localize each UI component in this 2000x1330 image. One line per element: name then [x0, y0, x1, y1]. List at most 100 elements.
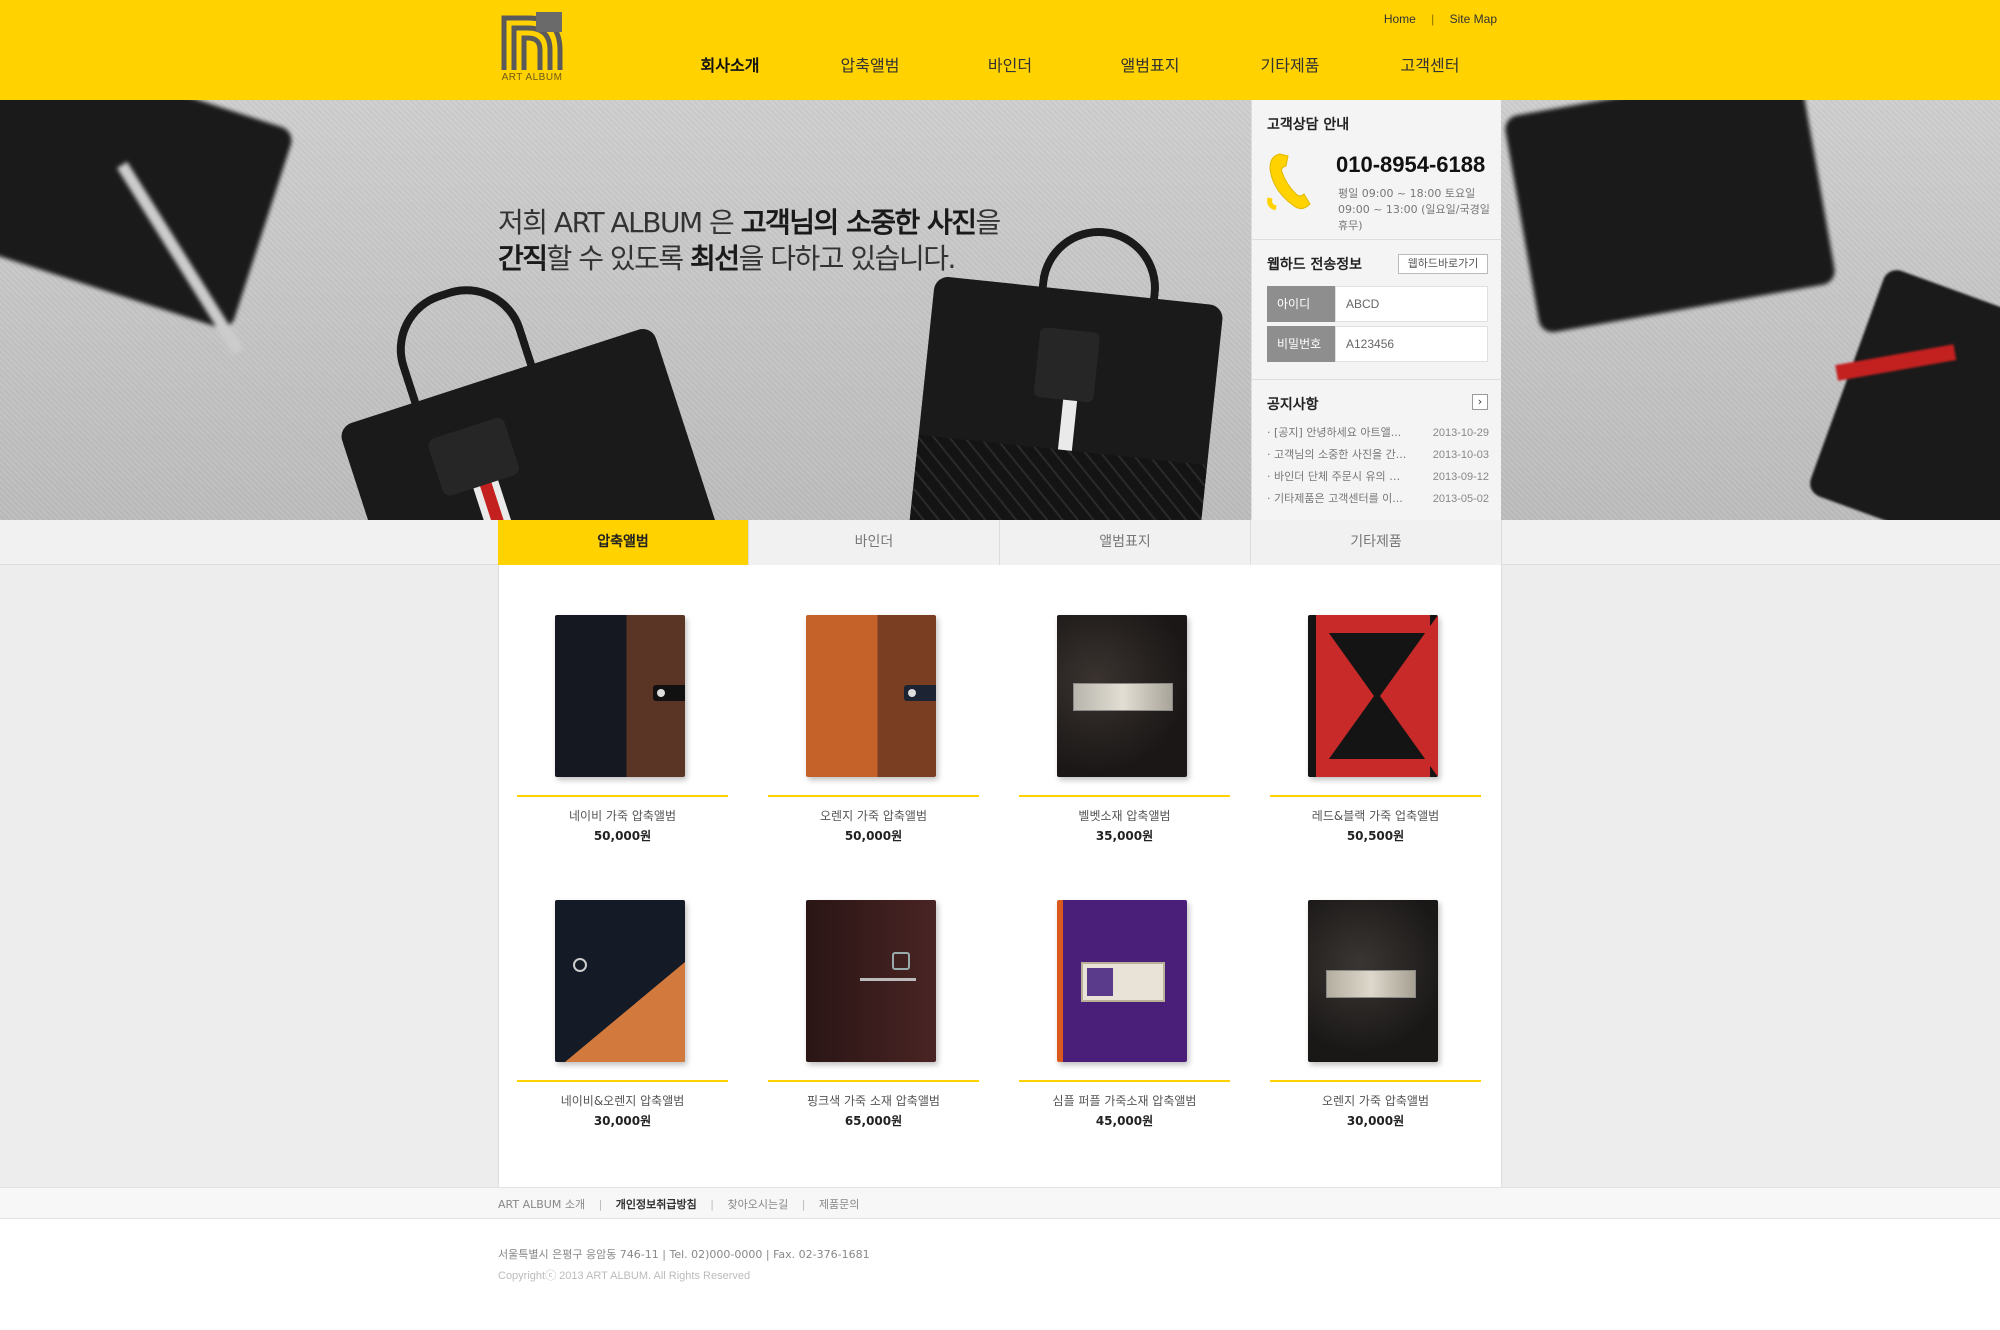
- nav-item-other-products[interactable]: 기타제품: [1220, 52, 1360, 76]
- product-card[interactable]: 벨벳소재 압축앨범 35,000원: [1019, 615, 1230, 860]
- product-tabbar: 압축앨범 바인더 앨범표지 기타제품: [0, 520, 2000, 565]
- product-name[interactable]: 핑크색 가죽 소재 압축앨범: [768, 1092, 979, 1109]
- product-name[interactable]: 네이비&오렌지 압축앨범: [517, 1092, 728, 1109]
- product-price: 50,500원: [1346, 829, 1405, 843]
- product-price: 30,000원: [593, 1114, 652, 1128]
- notice-item-date: 2013-10-03: [1432, 449, 1489, 461]
- logo[interactable]: ART ALBUM: [500, 10, 564, 86]
- product-image[interactable]: [806, 615, 936, 777]
- logo-text: ART ALBUM: [501, 72, 563, 83]
- notice-item[interactable]: · 고객님의 소중한 사진을 간... 2013-10-03: [1267, 444, 1489, 466]
- notice-more-button[interactable]: ›: [1472, 394, 1488, 410]
- product-price: 65,000원: [844, 1114, 903, 1128]
- product-divider: [517, 1080, 728, 1082]
- product-image[interactable]: [1057, 615, 1187, 777]
- home-link[interactable]: Home: [1384, 12, 1416, 26]
- hero-copy-text: 저희 ART ALBUM 은: [498, 206, 741, 239]
- product-name[interactable]: 벨벳소재 압축앨범: [1019, 807, 1230, 824]
- product-image[interactable]: [555, 900, 685, 1062]
- footer-link-about[interactable]: ART ALBUM 소개: [498, 1198, 585, 1211]
- nav-item-album-cover[interactable]: 앨범표지: [1080, 52, 1220, 76]
- product-card[interactable]: 네이비&오렌지 압축앨범 30,000원: [517, 900, 728, 1145]
- utility-nav: Home | Site Map: [1378, 12, 1503, 26]
- notice-item-title: · [공지] 안녕하세요 아트앨...: [1267, 426, 1402, 439]
- product-price: 50,000원: [844, 829, 903, 843]
- product-divider: [1270, 795, 1481, 797]
- product-name[interactable]: 오렌지 가죽 압축앨범: [1270, 1092, 1481, 1109]
- tab-compressed-album[interactable]: 압축앨범: [498, 520, 749, 565]
- logo-mark-icon: [500, 10, 564, 72]
- notice-title: 공지사항: [1267, 397, 1319, 413]
- footer-link-directions[interactable]: 찾아오시는길: [727, 1198, 788, 1211]
- footer-separator: |: [801, 1198, 806, 1211]
- footer-separator: |: [598, 1198, 603, 1211]
- product-divider: [768, 795, 979, 797]
- product-price: 30,000원: [1346, 1114, 1405, 1128]
- tab-binder[interactable]: 바인더: [749, 520, 1000, 565]
- product-card[interactable]: 핑크색 가죽 소재 압축앨범 65,000원: [768, 900, 979, 1145]
- product-image[interactable]: [1308, 900, 1438, 1062]
- product-card[interactable]: 심플 퍼플 가죽소재 압축앨범 45,000원: [1019, 900, 1230, 1145]
- product-name[interactable]: 심플 퍼플 가죽소재 압축앨범: [1019, 1092, 1230, 1109]
- id-label: 아이디: [1267, 286, 1335, 322]
- notice-item[interactable]: · [공지] 안녕하세요 아트앨... 2013-10-29: [1267, 422, 1489, 444]
- product-list: 네이비 가죽 압축앨범 50,000원 오렌지 가죽 압축앨범 50,000원 …: [498, 565, 1502, 1187]
- footer-link-privacy[interactable]: 개인정보취급방침: [616, 1198, 697, 1211]
- consult-title: 고객상담 안내: [1267, 117, 1350, 133]
- notice-item[interactable]: · 바인더 단체 주문시 유의 사... 2013-09-12: [1267, 466, 1489, 488]
- product-tabs: 압축앨범 바인더 앨범표지 기타제품: [498, 520, 1502, 565]
- password-value[interactable]: A123456: [1335, 326, 1488, 362]
- footer-links-inner: ART ALBUM 소개 | 개인정보취급방침 | 찾아오시는길 | 제품문의: [498, 1196, 869, 1212]
- nav-item-binder[interactable]: 바인더: [940, 52, 1080, 76]
- nav-item-company[interactable]: 회사소개: [660, 52, 800, 76]
- product-divider: [517, 795, 728, 797]
- product-name[interactable]: 레드&블랙 가죽 업축앨범: [1270, 807, 1481, 824]
- business-hours: 평일 09:00 ~ 18:00 토요일 09:00 ~ 13:00 (일요일/…: [1338, 187, 1490, 232]
- product-name[interactable]: 네이비 가죽 압축앨범: [517, 807, 728, 824]
- product-price: 45,000원: [1095, 1114, 1154, 1128]
- hero-copy-emphasis: 간직: [498, 242, 548, 275]
- product-divider: [1019, 1080, 1230, 1082]
- tab-other-products[interactable]: 기타제품: [1251, 520, 1502, 565]
- phone-number: 010-8954-6188: [1336, 152, 1486, 177]
- bag-image-right: [906, 275, 1224, 520]
- notice-item-title: · 고객님의 소중한 사진을 간...: [1267, 448, 1407, 461]
- notice-item-title: · 바인더 단체 주문시 유의 사...: [1267, 470, 1407, 483]
- product-name[interactable]: 오렌지 가죽 압축앨범: [768, 807, 979, 824]
- notice-item[interactable]: · 기타제품은 고객센터를 이... 2013-05-02: [1267, 488, 1489, 510]
- hero-copy-emphasis: 고객님의 소중한 사진: [740, 206, 977, 239]
- sitemap-link[interactable]: Site Map: [1450, 12, 1497, 26]
- product-card[interactable]: 레드&블랙 가죽 업축앨범 50,500원: [1270, 615, 1481, 860]
- product-image[interactable]: [1308, 615, 1438, 777]
- hero-copy-text: 을 다하고 있습니다.: [738, 242, 957, 275]
- footer-link-inquiry[interactable]: 제품문의: [819, 1198, 859, 1211]
- hero-copy-text: 할 수 있도록: [546, 242, 691, 275]
- nav-item-customer-center[interactable]: 고객센터: [1360, 52, 1500, 76]
- password-row: 비밀번호 A123456: [1267, 326, 1488, 362]
- footer-separator: |: [710, 1198, 714, 1211]
- notice-item-date: 2013-10-29: [1432, 427, 1489, 439]
- webhard-link-button[interactable]: 웹하드바로가기: [1398, 254, 1488, 274]
- id-row: 아이디 ABCD: [1267, 286, 1488, 322]
- main-nav: 회사소개 압축앨범 바인더 앨범표지 기타제품 고객센터: [660, 52, 1500, 76]
- notice-item-title: · 기타제품은 고객센터를 이...: [1267, 492, 1403, 505]
- password-label: 비밀번호: [1267, 326, 1335, 362]
- tab-album-cover[interactable]: 앨범표지: [1000, 520, 1251, 565]
- product-card[interactable]: 네이비 가죽 압축앨범 50,000원: [517, 615, 728, 860]
- phone-icon: [1267, 153, 1311, 211]
- util-separator: |: [1431, 12, 1435, 26]
- product-image[interactable]: [806, 900, 936, 1062]
- product-image[interactable]: [555, 615, 685, 777]
- header: ART ALBUM Home | Site Map 회사소개 압축앨범 바인더 …: [0, 0, 2000, 100]
- footer-address: 서울특별시 은평구 응암동 746-11 | Tel. 02)000-0000 …: [498, 1248, 870, 1261]
- product-divider: [768, 1080, 979, 1082]
- product-price: 35,000원: [1095, 829, 1154, 843]
- product-card[interactable]: 오렌지 가죽 압축앨범 30,000원: [1270, 900, 1481, 1145]
- product-divider: [1270, 1080, 1481, 1082]
- id-value[interactable]: ABCD: [1335, 286, 1488, 322]
- product-card[interactable]: 오렌지 가죽 압축앨범 50,000원: [768, 615, 979, 860]
- product-price: 50,000원: [593, 829, 652, 843]
- product-image[interactable]: [1057, 900, 1187, 1062]
- nav-item-compressed-album[interactable]: 압축앨범: [800, 52, 940, 76]
- hero-copy-text: 을: [975, 206, 1002, 239]
